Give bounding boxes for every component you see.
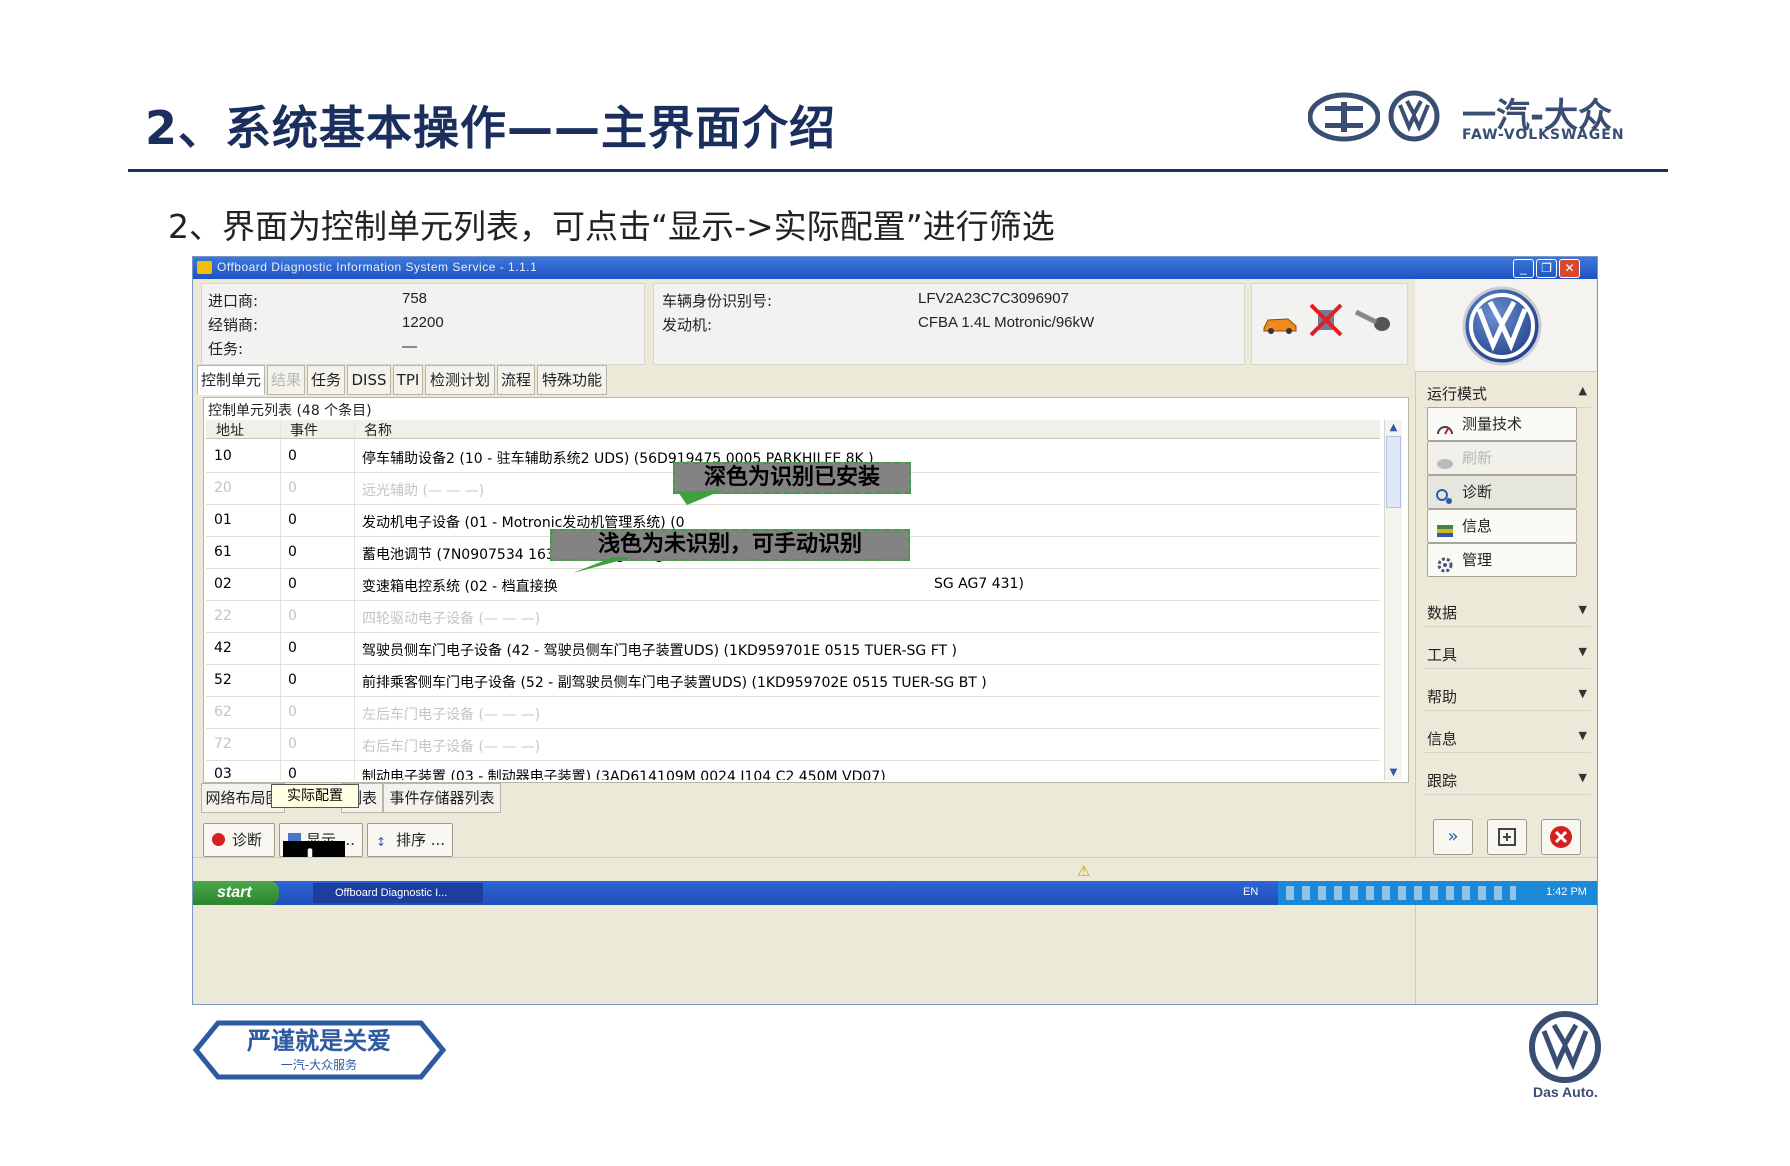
expand-down-icon[interactable]: ▼ [1579,729,1587,742]
cell-name: 右后车门电子设备 (— — —) [362,739,541,755]
run-mode-header[interactable]: 运行模式 ▲ [1423,381,1591,408]
faw-logo [1307,92,1381,142]
sidebar-button-refresh[interactable]: 刷新 [1427,441,1577,475]
cell-name: 制动电子装置 (03 - 制动器电子装置) (3AD614109M 0024 J… [362,769,886,780]
vw-logo-header [1388,90,1440,142]
sidebar-button-label: 测量技术 [1462,415,1523,433]
gear-icon [1436,552,1454,573]
minimize-button[interactable]: _ [1513,259,1534,278]
sidebar-section-info[interactable]: 信息 ▼ [1423,726,1591,753]
sidebar-section-trace[interactable]: 跟踪 ▼ [1423,768,1591,795]
sidebar-section-tools[interactable]: 工具 ▼ [1423,642,1591,669]
sidebar-button-info[interactable]: 信息 [1427,509,1577,543]
books-icon [1436,518,1454,537]
cell-address: 72 [214,736,232,752]
brand-name-en: FAW-VOLKSWAGEN [1462,127,1625,143]
cell-name: 前排乘客侧车门电子设备 (52 - 副驾驶员侧车门电子装置UDS) (1KD95… [362,675,987,691]
sidebar-button-label: 信息 [1462,517,1493,535]
table-row[interactable]: 03 0 制动电子装置 (03 - 制动器电子装置) (3AD614109M 0… [206,760,1380,780]
sidebar-button-label: 刷新 [1462,449,1493,467]
start-button[interactable]: start [193,881,279,905]
sidebar-content: 运行模式 ▲ 测量技术 刷新 诊断 信息 管理 数据 ▼ 工具 ▼ 帮助 ▼ 信… [1415,375,1596,815]
run-mode-label: 运行模式 [1427,385,1488,403]
stethoscope-icon [1436,484,1454,504]
warning-icon[interactable]: ⚠ [1077,862,1090,880]
restore-button[interactable]: ❐ [1536,259,1557,278]
cell-address: 03 [214,766,232,780]
das-auto-tagline: Das Auto. [1533,1084,1598,1100]
scroll-down-arrow-icon[interactable]: ▼ [1385,765,1402,780]
scroll-up-arrow-icon[interactable]: ▲ [1385,420,1402,435]
scrollbar-thumb[interactable] [1386,436,1401,508]
key-icon[interactable] [1352,306,1392,336]
cell-events: 0 [288,766,297,780]
expand-down-icon[interactable]: ▼ [1579,771,1587,784]
sidebar-button-label: 诊断 [1462,483,1493,501]
table-row[interactable]: 62 0 左后车门电子设备 (— — —) [206,696,1380,729]
sidebar-section-label: 数据 [1427,604,1458,622]
table-row[interactable]: 72 0 右后车门电子设备 (— — —) [206,728,1380,761]
vw-logo-icon [1461,285,1543,367]
cell-address: 62 [214,704,232,720]
sort-icon: ↕ [376,835,387,849]
sidebar-section-help[interactable]: 帮助 ▼ [1423,684,1591,711]
taskbar-item-odis[interactable]: Offboard Diagnostic I... [313,883,483,903]
car-icon[interactable] [1260,310,1300,336]
diagnose-label: 诊断 [232,831,263,849]
language-indicator[interactable]: EN [1243,886,1258,898]
sidebar-button-diagnosis[interactable]: 诊断 [1427,475,1577,509]
sidebar-button-admin[interactable]: 管理 [1427,543,1577,577]
cell-events: 0 [288,736,297,752]
forward-icon[interactable]: » [1433,819,1473,855]
close-window-button[interactable]: ✕ [1559,259,1580,278]
diagnose-icon [212,833,225,846]
vehicle-status-icons [1251,283,1408,365]
system-tray: 1:42 PM [1278,881,1597,905]
sidebar-section-label: 信息 [1427,730,1458,748]
collapse-up-icon[interactable]: ▲ [1579,384,1587,397]
vw-logo-panel [1415,279,1596,372]
sort-button[interactable]: ↕ 排序 ... [367,823,453,857]
title-divider [128,169,1668,172]
vw-footer-logo [1528,1010,1602,1084]
slogan-subtext: 一汽-大众服务 [281,1057,357,1072]
expand-down-icon[interactable]: ▼ [1579,645,1587,658]
actual-config-tooltip[interactable]: 实际配置 [271,784,359,808]
slogan-text: 严谨就是关爱 [247,1027,391,1055]
callout-pointers [573,490,723,573]
windows-taskbar: start Offboard Diagnostic I... EN 1:42 P… [193,881,1597,905]
slide-subtitle: 2、界面为控制单元列表，可点击“显示->实际配置”进行筛选 [168,207,1055,246]
gauge-icon [1436,416,1454,435]
slide-title: 2、系统基本操作——主界面介绍 [145,101,837,155]
cell-events: 0 [288,672,297,688]
connection-disabled-icon[interactable] [1308,302,1344,338]
service-slogan-logo: 严谨就是关爱 一汽-大众服务 [192,1019,447,1081]
clock: 1:42 PM [1546,886,1587,898]
cell-events: 0 [288,704,297,720]
table-row[interactable]: 52 0 前排乘客侧车门电子设备 (52 - 副驾驶员侧车门电子装置UDS) (… [206,664,1380,697]
refresh-icon [1436,450,1454,469]
sidebar-section-label: 跟踪 [1427,772,1458,790]
sort-label: 排序 ... [396,831,446,849]
cell-name: 左后车门电子设备 (— — —) [362,707,541,723]
sidebar-section-label: 工具 [1427,646,1458,664]
status-bar: ⚠ [193,857,1597,884]
cell-address: 52 [214,672,232,688]
sidebar-section-label: 帮助 [1427,688,1458,706]
app-window: Offboard Diagnostic Information System S… [192,256,1598,1005]
diagnose-button[interactable]: 诊断 [203,823,275,857]
sidebar-button-measurement[interactable]: 测量技术 [1427,407,1577,441]
sidebar-button-label: 管理 [1462,551,1493,569]
sidebar-section-data[interactable]: 数据 ▼ [1423,600,1591,627]
fit-screen-icon[interactable] [1487,819,1527,855]
tab-event-memory-list[interactable]: 事件存储器列表 [383,783,501,813]
tray-icons[interactable] [1286,886,1516,900]
expand-down-icon[interactable]: ▼ [1579,603,1587,616]
expand-down-icon[interactable]: ▼ [1579,687,1587,700]
exit-icon[interactable] [1541,819,1581,855]
